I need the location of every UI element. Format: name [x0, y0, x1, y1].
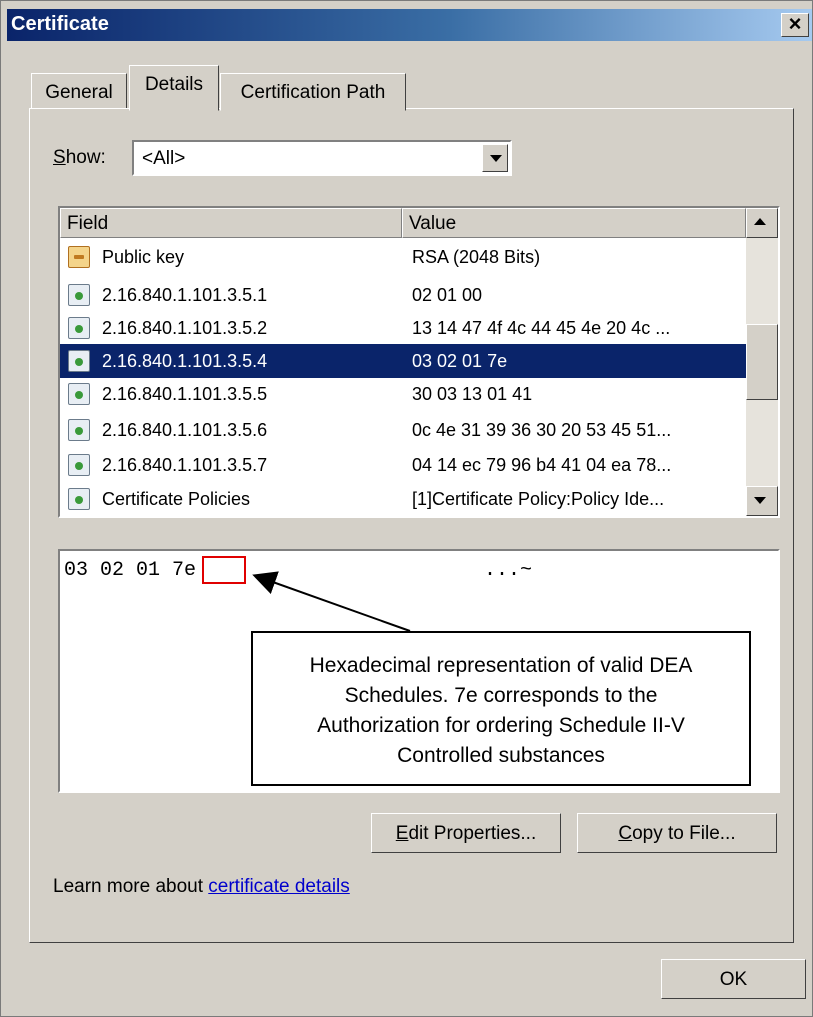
- chevron-down-icon: [490, 155, 502, 162]
- list-item[interactable]: 2.16.840.1.101.3.5.5 30 03 13 01 41: [60, 377, 746, 411]
- field-value: 04 14 ec 79 96 b4 41 04 ea 78...: [412, 455, 672, 475]
- callout-line: Hexadecimal representation of valid DEA: [309, 654, 693, 677]
- callout-note: Hexadecimal representation of valid DEA …: [251, 631, 751, 786]
- tab-label: Details: [144, 74, 204, 95]
- scroll-down-button[interactable]: [746, 486, 778, 516]
- column-header-field[interactable]: Field: [60, 208, 402, 238]
- edit-properties-button[interactable]: Edit Properties...: [371, 813, 561, 853]
- list-item[interactable]: 2.16.840.1.101.3.5.1 02 01 00: [60, 278, 746, 312]
- field-name: 2.16.840.1.101.3.5.2: [102, 318, 268, 338]
- certificate-dialog: Certificate × General Details Certificat…: [0, 0, 813, 1017]
- field-name: 2.16.840.1.101.3.5.4: [102, 351, 268, 371]
- list-item-selected[interactable]: 2.16.840.1.101.3.5.4 03 02 01 7e: [60, 344, 746, 378]
- dropdown-button[interactable]: [482, 144, 508, 172]
- field-value: 02 01 00: [412, 285, 483, 305]
- certificate-extension-icon: [68, 454, 90, 476]
- certificate-extension-icon: [68, 383, 90, 405]
- close-icon: ×: [788, 11, 802, 36]
- show-dropdown-value: <All>: [142, 148, 186, 169]
- certificate-extension-icon: [68, 284, 90, 306]
- scroll-up-button[interactable]: [746, 208, 778, 238]
- scroll-thumb[interactable]: [746, 324, 778, 400]
- tab-label: Certification Path: [240, 82, 386, 103]
- tab-label: General: [45, 82, 113, 103]
- field-name: Certificate Policies: [102, 489, 251, 509]
- chevron-up-icon: [754, 218, 766, 225]
- field-name: 2.16.840.1.101.3.5.1: [102, 285, 268, 305]
- certificate-details-link[interactable]: certificate details: [208, 876, 350, 897]
- callout-line: Authorization for ordering Schedule II-V: [317, 714, 685, 737]
- field-value: 30 03 13 01 41: [412, 384, 533, 404]
- field-name: 2.16.840.1.101.3.5.7: [102, 455, 268, 475]
- tab-details[interactable]: Details: [129, 65, 219, 111]
- window-title: Certificate: [11, 13, 109, 35]
- field-value: 03 02 01 7e: [412, 351, 508, 371]
- learn-more-text: Learn more about certificate details: [53, 876, 350, 898]
- close-button[interactable]: ×: [781, 13, 809, 37]
- fields-list[interactable]: Field Value Public key RSA (2048 Bits) 2…: [58, 206, 780, 518]
- ok-button[interactable]: OK: [661, 959, 806, 999]
- value-detail-box[interactable]: 03 02 01 7e ...~ Hexadecimal representat…: [58, 549, 780, 793]
- list-item[interactable]: 2.16.840.1.101.3.5.2 13 14 47 4f 4c 44 4…: [60, 311, 746, 345]
- show-label: Show:: [53, 147, 106, 168]
- field-value: [1]Certificate Policy:Policy Ide...: [412, 489, 665, 509]
- learn-more-prefix: Learn more about: [53, 876, 209, 897]
- list-item[interactable]: 2.16.840.1.101.3.5.6 0c 4e 31 39 36 30 2…: [60, 413, 746, 447]
- certificate-extension-icon: [68, 488, 90, 510]
- title-bar[interactable]: Certificate ×: [7, 9, 812, 41]
- vertical-scrollbar[interactable]: [746, 208, 778, 516]
- callout-line: Schedules. 7e corresponds to the: [344, 684, 658, 707]
- field-name: 2.16.840.1.101.3.5.6: [102, 420, 268, 440]
- public-key-icon: [68, 246, 90, 268]
- field-name: Public key: [102, 247, 185, 267]
- tab-certification-path[interactable]: Certification Path: [220, 73, 406, 111]
- field-value: 13 14 47 4f 4c 44 45 4e 20 4c ...: [412, 318, 671, 338]
- field-value: RSA (2048 Bits): [412, 247, 541, 267]
- field-name: 2.16.840.1.101.3.5.5: [102, 384, 268, 404]
- certificate-extension-icon: [68, 350, 90, 372]
- show-dropdown[interactable]: <All>: [132, 140, 512, 176]
- list-item[interactable]: Certificate Policies [1]Certificate Poli…: [60, 482, 746, 516]
- column-header-value[interactable]: Value: [402, 208, 746, 238]
- tab-general[interactable]: General: [31, 73, 127, 111]
- certificate-extension-icon: [68, 419, 90, 441]
- copy-to-file-button[interactable]: Copy to File...: [577, 813, 777, 853]
- callout-line: Controlled substances: [397, 744, 605, 767]
- field-value: 0c 4e 31 39 36 30 20 53 45 51...: [412, 420, 672, 440]
- certificate-extension-icon: [68, 317, 90, 339]
- list-item[interactable]: Public key RSA (2048 Bits): [60, 240, 746, 274]
- list-item[interactable]: 2.16.840.1.101.3.5.7 04 14 ec 79 96 b4 4…: [60, 448, 746, 482]
- chevron-down-icon: [754, 497, 766, 504]
